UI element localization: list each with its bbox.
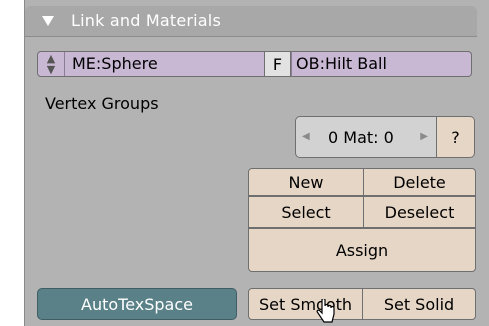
triangle-down-icon[interactable] [42, 16, 54, 26]
material-query-button[interactable]: ? [437, 116, 475, 158]
object-name[interactable]: OB:Hilt Ball [296, 54, 387, 73]
up-down-arrows-icon[interactable]: ▲ ▼ [38, 52, 65, 76]
select-button[interactable]: Select [248, 196, 364, 228]
panel-header[interactable]: Link and Materials [25, 6, 477, 37]
object-name-field[interactable]: OB:Hilt Ball [291, 51, 472, 77]
fake-user-button[interactable]: F [265, 51, 291, 77]
new-button[interactable]: New [248, 168, 364, 196]
mesh-name[interactable]: ME:Sphere [72, 54, 158, 73]
assign-button[interactable]: Assign [248, 228, 476, 272]
material-index-field[interactable]: ◀ 0 Mat: 0 ▶ [295, 116, 437, 158]
link-and-materials-panel [24, 0, 489, 326]
arrow-right-icon[interactable]: ▶ [420, 131, 428, 142]
set-solid-button[interactable]: Set Solid [362, 288, 476, 320]
material-index-label: 0 Mat: 0 [328, 128, 394, 147]
delete-button[interactable]: Delete [363, 168, 476, 196]
vertex-groups-label: Vertex Groups [45, 94, 159, 113]
hand-cursor-icon [316, 299, 335, 323]
autotexspace-toggle[interactable]: AutoTexSpace [37, 288, 237, 320]
arrow-left-icon[interactable]: ◀ [302, 131, 310, 142]
panel-title: Link and Materials [71, 11, 221, 30]
mesh-datablock-field[interactable]: ▲ ▼ ME:Sphere [37, 51, 265, 77]
set-smooth-button[interactable]: Set Smooth [248, 288, 363, 320]
deselect-button[interactable]: Deselect [363, 196, 476, 228]
